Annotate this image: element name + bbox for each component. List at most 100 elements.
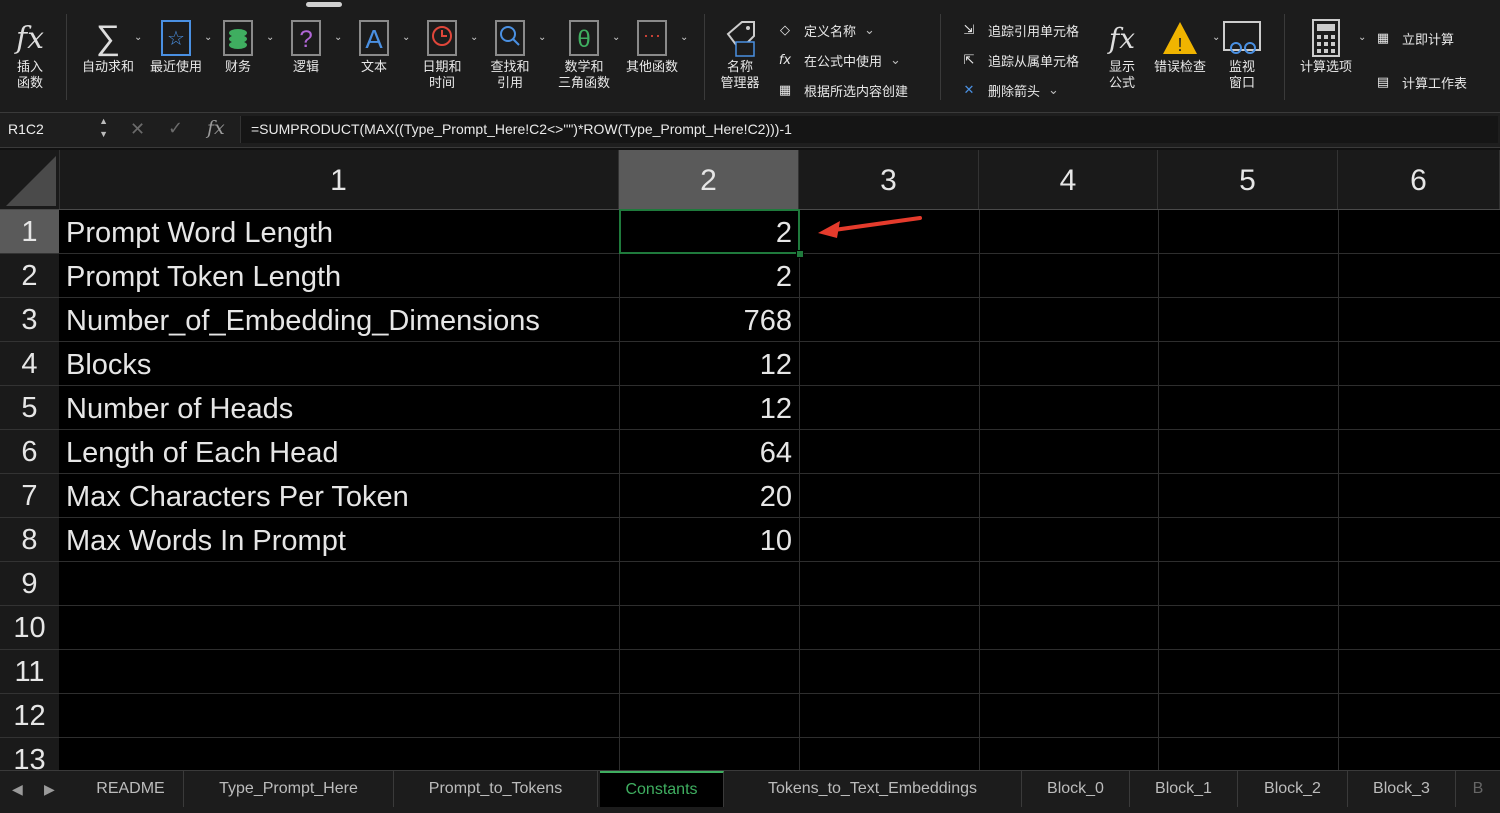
show-formulas-icon: fx [1108,21,1136,55]
row-header-4[interactable]: 4 [0,342,59,386]
tab-block-0[interactable]: Block_0 [1022,771,1130,807]
svg-text:A: A [365,24,383,54]
chevron-down-icon: ⌄ [890,52,901,68]
tab-truncated[interactable]: B [1456,771,1500,807]
cell-value[interactable]: 12 [622,386,792,429]
logical-button[interactable]: ? ⌄ 逻辑 [286,16,342,76]
row-header-1[interactable]: 1 [0,210,59,254]
watch-window-button[interactable]: 监视 窗口 [1222,16,1262,92]
row-header-2[interactable]: 2 [0,254,59,298]
calculator-icon: ⌄ [1306,16,1366,60]
trace-precedents-icon: ⇲ [963,22,975,38]
calculation-options-button[interactable]: ⌄ 计算选项 [1300,16,1366,76]
financial-button[interactable]: ⌄ 财务 [218,16,274,76]
cell-value[interactable]: 768 [622,298,792,341]
select-all-corner[interactable] [0,150,60,209]
column-header-6[interactable]: 6 [1338,150,1500,209]
cell-label[interactable]: Blocks [66,342,151,385]
glasses-window-icon [1222,16,1262,60]
remove-arrows-button[interactable]: ✕ 删除箭头 ⌄ [958,80,1059,100]
insert-function-button[interactable]: fx 插入 函数 [10,16,50,92]
cell-value[interactable]: 64 [622,430,792,473]
error-checking-button[interactable]: ! ⌄ 错误检查 [1154,16,1220,76]
name-box[interactable]: R1C2 ▲ ▼ [0,115,112,143]
autosum-button[interactable]: ∑ ⌄ 自动求和 [82,16,143,76]
recently-used-button[interactable]: ☆ ⌄ 最近使用 [150,16,212,76]
row-header-5[interactable]: 5 [0,386,59,430]
column-header-2[interactable]: 2 [619,150,799,209]
fill-handle[interactable] [796,250,804,258]
clock-book-icon: ⌄ [422,16,478,60]
spreadsheet-grid: 1 2 3 4 5 6 1 2 3 4 5 6 7 8 9 10 11 12 1… [0,150,1500,770]
sigma-icon: ∑ ⌄ [95,18,143,57]
lookup-reference-button[interactable]: ⌄ 查找和 引用 [490,16,546,92]
row-header-7[interactable]: 7 [0,474,59,518]
date-time-button[interactable]: ⌄ 日期和 时间 [422,16,478,92]
tab-readme[interactable]: README [78,771,184,807]
remove-arrows-icon: ✕ [963,82,975,98]
row-header-8[interactable]: 8 [0,518,59,562]
svg-text:!: ! [1177,35,1182,55]
cell-value[interactable]: 2 [622,254,792,297]
window-grip[interactable] [306,2,342,7]
row-header-13[interactable]: 13 [0,738,59,770]
column-header-3[interactable]: 3 [799,150,979,209]
cell-value[interactable]: 12 [622,342,792,385]
create-from-selection-button[interactable]: ▦ 根据所选内容创建 [774,80,908,100]
cell-label[interactable]: Number of Heads [66,386,293,429]
tab-block-2[interactable]: Block_2 [1238,771,1348,807]
column-header-5[interactable]: 5 [1158,150,1338,209]
row-header-9[interactable]: 9 [0,562,59,606]
trace-precedents-button[interactable]: ⇲ 追踪引用单元格 [958,20,1079,40]
fx-tag-icon: fx [778,52,792,68]
dots-book-icon: ··· ⌄ [632,16,688,60]
row-header-12[interactable]: 12 [0,694,59,738]
prev-sheet-icon[interactable]: ◀ [12,781,23,798]
cancel-icon[interactable]: ✕ [130,119,145,140]
formula-input[interactable]: =SUMPRODUCT(MAX((Type_Prompt_Here!C2<>""… [240,116,1498,143]
text-button[interactable]: A ⌄ 文本 [354,16,410,76]
trace-dependents-icon: ⇱ [963,52,975,68]
more-functions-button[interactable]: ··· ⌄ 其他函数 [626,16,688,76]
tab-block-1[interactable]: Block_1 [1130,771,1238,807]
confirm-icon[interactable]: ✓ [168,118,183,139]
name-box-stepper-icon[interactable]: ▲ ▼ [99,115,108,141]
chevron-down-icon: ⌄ [1048,82,1059,98]
define-name-button[interactable]: ◇ 定义名称 ⌄ [774,20,875,40]
row-header-11[interactable]: 11 [0,650,59,694]
column-header-4[interactable]: 4 [979,150,1158,209]
next-sheet-icon[interactable]: ▶ [44,781,55,798]
row-header-6[interactable]: 6 [0,430,59,474]
cell-value[interactable]: 10 [622,518,792,561]
cell-label[interactable]: Prompt Word Length [66,210,333,253]
svg-text:?: ? [299,26,312,53]
tab-type-prompt-here[interactable]: Type_Prompt_Here [184,771,394,807]
row-header-3[interactable]: 3 [0,298,59,342]
cell-label[interactable]: Length of Each Head [66,430,338,473]
cell-label[interactable]: Prompt Token Length [66,254,341,297]
svg-text:···: ··· [643,25,661,45]
cell-label[interactable]: Max Characters Per Token [66,474,409,517]
math-trig-button[interactable]: θ ⌄ 数学和 三角函数 [558,16,620,92]
calculate-now-button[interactable]: ▦ 立即计算 [1372,28,1454,48]
tab-constants[interactable]: Constants [600,771,724,807]
insert-function-icon[interactable]: fx [207,117,225,139]
tag-icon [720,16,760,60]
cell-label[interactable]: Number_of_Embedding_Dimensions [66,298,540,341]
row-header-10[interactable]: 10 [0,606,59,650]
use-in-formula-button[interactable]: fx 在公式中使用 ⌄ [774,50,901,70]
calculate-sheet-button[interactable]: ▤ 计算工作表 [1372,72,1467,92]
annotation-arrow-icon [818,216,922,238]
show-formulas-button[interactable]: fx 显示 公式 [1102,16,1142,92]
sheet-calc-icon: ▤ [1376,74,1390,90]
cell-label[interactable]: Max Words In Prompt [66,518,346,561]
cell-value[interactable]: 20 [622,474,792,517]
tab-prompt-to-tokens[interactable]: Prompt_to_Tokens [394,771,598,807]
warning-icon: ! ⌄ [1160,16,1220,60]
tab-block-3[interactable]: Block_3 [1348,771,1456,807]
ribbon: fx 插入 函数 ∑ ⌄ 自动求和 ☆ ⌄ 最近使用 ⌄ 财务 ? ⌄ 逻辑 A … [0,0,1500,113]
tab-tokens-to-text-embeddings[interactable]: Tokens_to_Text_Embeddings [724,771,1022,807]
name-manager-button[interactable]: 名称 管理器 [720,16,760,92]
trace-dependents-button[interactable]: ⇱ 追踪从属单元格 [958,50,1079,70]
column-header-1[interactable]: 1 [59,150,619,209]
